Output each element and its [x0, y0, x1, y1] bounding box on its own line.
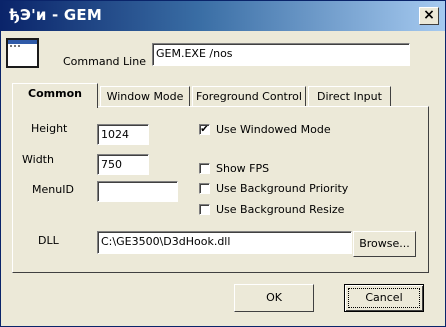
width-label: Width [22, 153, 54, 166]
checkmark-icon: ✔ [200, 124, 209, 135]
use-background-resize-option[interactable]: Use Background Resize [199, 203, 409, 218]
ok-button-label: OK [266, 291, 282, 304]
use-background-resize-checkbox[interactable] [199, 204, 210, 215]
use-windowed-mode-checkbox[interactable]: ✔ [199, 124, 210, 135]
height-input[interactable]: 1024 [97, 124, 149, 145]
app-icon-dots [10, 45, 20, 49]
show-fps-label: Show FPS [216, 162, 270, 175]
use-background-resize-label: Use Background Resize [216, 203, 345, 216]
window-title: ђЭ'и - GEM [9, 6, 102, 24]
tab-common[interactable]: Common [12, 83, 98, 108]
use-background-priority-label: Use Background Priority [216, 182, 349, 195]
dll-label: DLL [38, 234, 59, 247]
width-value: 750 [101, 158, 122, 171]
window-app-icon [6, 38, 39, 68]
height-value: 1024 [101, 128, 129, 141]
menuid-label: MenuID [32, 183, 74, 196]
command-line-value: GEM.EXE /nos [156, 47, 233, 60]
height-label: Height [31, 122, 68, 135]
focus-rectangle [348, 288, 420, 308]
tab-window-mode[interactable]: Window Mode [100, 86, 190, 107]
width-input[interactable]: 750 [97, 154, 149, 175]
use-background-priority-option[interactable]: Use Background Priority [199, 182, 409, 197]
browse-button-label: Browse... [359, 237, 410, 250]
close-button[interactable]: × [419, 7, 439, 25]
dll-path-input[interactable]: C:\GE3500\D3dHook.dll [97, 231, 352, 254]
tab-foreground-control-label: Foreground Control [196, 90, 302, 103]
ok-button[interactable]: OK [234, 284, 314, 312]
tab-direct-input[interactable]: Direct Input [308, 86, 391, 107]
dll-path-value: C:\GE3500\D3dHook.dll [101, 235, 231, 248]
use-background-priority-checkbox[interactable] [199, 183, 210, 194]
use-windowed-mode-option[interactable]: ✔ Use Windowed Mode [199, 123, 399, 138]
app-icon-titlebar [8, 40, 37, 44]
use-windowed-mode-label: Use Windowed Mode [216, 123, 331, 136]
tab-direct-input-label: Direct Input [317, 90, 382, 103]
browse-button[interactable]: Browse... [353, 231, 416, 257]
command-line-label: Command Line [63, 55, 146, 68]
command-line-input[interactable]: GEM.EXE /nos [152, 43, 410, 66]
menuid-input[interactable] [97, 181, 178, 202]
tab-window-mode-label: Window Mode [106, 90, 184, 103]
tab-common-label: Common [28, 87, 82, 100]
title-bar[interactable]: ђЭ'и - GEM × [1, 1, 445, 31]
show-fps-option[interactable]: Show FPS [199, 162, 399, 177]
cancel-button[interactable]: Cancel [344, 284, 424, 312]
show-fps-checkbox[interactable] [199, 163, 210, 174]
close-icon: × [423, 7, 435, 23]
tab-foreground-control[interactable]: Foreground Control [192, 86, 306, 107]
dialog-window: ђЭ'и - GEM × Command Line GEM.EXE /nos C… [0, 0, 446, 327]
